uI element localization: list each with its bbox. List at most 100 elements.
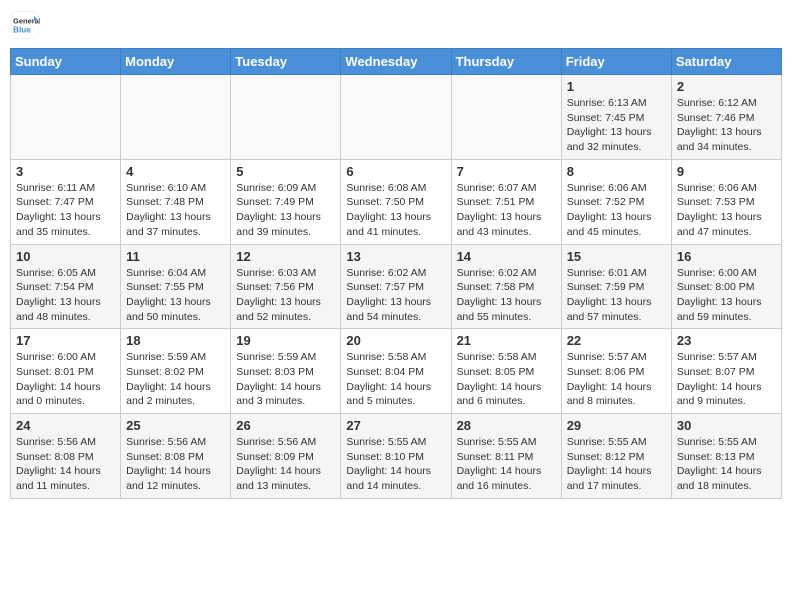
day-number: 4 xyxy=(126,164,225,179)
calendar-cell: 3 Sunrise: 6:11 AM Sunset: 7:47 PM Daylig… xyxy=(11,159,121,244)
day-number: 22 xyxy=(567,333,666,348)
day-number: 7 xyxy=(457,164,556,179)
calendar-cell: 11 Sunrise: 6:04 AM Sunset: 7:55 PM Dayli… xyxy=(121,244,231,329)
day-number: 29 xyxy=(567,418,666,433)
day-info: Sunrise: 5:56 AM Sunset: 8:08 PM Dayligh… xyxy=(126,435,225,494)
calendar-cell: 9 Sunrise: 6:06 AM Sunset: 7:53 PM Daylig… xyxy=(671,159,781,244)
day-info: Sunrise: 6:09 AM Sunset: 7:49 PM Dayligh… xyxy=(236,181,335,240)
calendar-week-5: 24 Sunrise: 5:56 AM Sunset: 8:08 PM Dayli… xyxy=(11,414,782,499)
page-header: General Blue xyxy=(10,10,782,40)
day-number: 16 xyxy=(677,249,776,264)
day-number: 24 xyxy=(16,418,115,433)
calendar-cell: 10 Sunrise: 6:05 AM Sunset: 7:54 PM Dayli… xyxy=(11,244,121,329)
day-number: 2 xyxy=(677,79,776,94)
svg-text:General: General xyxy=(13,17,40,26)
day-info: Sunrise: 5:56 AM Sunset: 8:09 PM Dayligh… xyxy=(236,435,335,494)
logo: General Blue xyxy=(10,10,40,40)
calendar-cell: 19Sunrise: 5:59 AM Sunset: 8:03 PM Dayli… xyxy=(231,329,341,414)
calendar-table: SundayMondayTuesdayWednesdayThursdayFrid… xyxy=(10,48,782,499)
day-info: Sunrise: 6:07 AM Sunset: 7:51 PM Dayligh… xyxy=(457,181,556,240)
calendar-cell: 23 Sunrise: 5:57 AM Sunset: 8:07 PM Dayli… xyxy=(671,329,781,414)
calendar-cell: 20 Sunrise: 5:58 AM Sunset: 8:04 PM Dayli… xyxy=(341,329,451,414)
weekday-monday: Monday xyxy=(121,49,231,75)
calendar-cell: 6Sunrise: 6:08 AM Sunset: 7:50 PM Daylig… xyxy=(341,159,451,244)
day-number: 10 xyxy=(16,249,115,264)
day-info: Sunrise: 5:55 AM Sunset: 8:10 PM Dayligh… xyxy=(346,435,445,494)
day-number: 12 xyxy=(236,249,335,264)
day-number: 25 xyxy=(126,418,225,433)
calendar-cell: 25 Sunrise: 5:56 AM Sunset: 8:08 PM Dayli… xyxy=(121,414,231,499)
weekday-tuesday: Tuesday xyxy=(231,49,341,75)
day-info: Sunrise: 6:06 AM Sunset: 7:53 PM Dayligh… xyxy=(677,181,776,240)
calendar-week-3: 10 Sunrise: 6:05 AM Sunset: 7:54 PM Dayli… xyxy=(11,244,782,329)
calendar-cell xyxy=(11,75,121,160)
calendar-cell: 26 Sunrise: 5:56 AM Sunset: 8:09 PM Dayli… xyxy=(231,414,341,499)
day-number: 17 xyxy=(16,333,115,348)
calendar-week-1: 1 Sunrise: 6:13 AM Sunset: 7:45 PM Daylig… xyxy=(11,75,782,160)
day-number: 27 xyxy=(346,418,445,433)
day-info: Sunrise: 6:02 AM Sunset: 7:57 PM Dayligh… xyxy=(346,266,445,325)
day-info: Sunrise: 6:12 AM Sunset: 7:46 PM Dayligh… xyxy=(677,96,776,155)
weekday-header-row: SundayMondayTuesdayWednesdayThursdayFrid… xyxy=(11,49,782,75)
day-info: Sunrise: 5:55 AM Sunset: 8:12 PM Dayligh… xyxy=(567,435,666,494)
day-info: Sunrise: 6:04 AM Sunset: 7:55 PM Dayligh… xyxy=(126,266,225,325)
calendar-cell: 12 Sunrise: 6:03 AM Sunset: 7:56 PM Dayli… xyxy=(231,244,341,329)
weekday-thursday: Thursday xyxy=(451,49,561,75)
weekday-wednesday: Wednesday xyxy=(341,49,451,75)
day-number: 26 xyxy=(236,418,335,433)
calendar-cell: 18 Sunrise: 5:59 AM Sunset: 8:02 PM Dayli… xyxy=(121,329,231,414)
day-number: 11 xyxy=(126,249,225,264)
calendar-cell: 1 Sunrise: 6:13 AM Sunset: 7:45 PM Daylig… xyxy=(561,75,671,160)
calendar-cell: 29 Sunrise: 5:55 AM Sunset: 8:12 PM Dayli… xyxy=(561,414,671,499)
day-info: Sunrise: 6:03 AM Sunset: 7:56 PM Dayligh… xyxy=(236,266,335,325)
day-info: Sunrise: 6:13 AM Sunset: 7:45 PM Dayligh… xyxy=(567,96,666,155)
day-info: Sunrise: 5:58 AM Sunset: 8:05 PM Dayligh… xyxy=(457,350,556,409)
day-info: Sunrise: 6:06 AM Sunset: 7:52 PM Dayligh… xyxy=(567,181,666,240)
calendar-cell: 7 Sunrise: 6:07 AM Sunset: 7:51 PM Daylig… xyxy=(451,159,561,244)
calendar-cell: 21Sunrise: 5:58 AM Sunset: 8:05 PM Dayli… xyxy=(451,329,561,414)
calendar-cell: 15Sunrise: 6:01 AM Sunset: 7:59 PM Dayli… xyxy=(561,244,671,329)
calendar-cell: 16Sunrise: 6:00 AM Sunset: 8:00 PM Dayli… xyxy=(671,244,781,329)
weekday-saturday: Saturday xyxy=(671,49,781,75)
day-info: Sunrise: 6:10 AM Sunset: 7:48 PM Dayligh… xyxy=(126,181,225,240)
day-info: Sunrise: 6:05 AM Sunset: 7:54 PM Dayligh… xyxy=(16,266,115,325)
day-number: 28 xyxy=(457,418,556,433)
day-info: Sunrise: 6:02 AM Sunset: 7:58 PM Dayligh… xyxy=(457,266,556,325)
day-info: Sunrise: 5:58 AM Sunset: 8:04 PM Dayligh… xyxy=(346,350,445,409)
weekday-sunday: Sunday xyxy=(11,49,121,75)
day-number: 19 xyxy=(236,333,335,348)
day-number: 13 xyxy=(346,249,445,264)
calendar-cell: 8Sunrise: 6:06 AM Sunset: 7:52 PM Daylig… xyxy=(561,159,671,244)
calendar-cell: 22 Sunrise: 5:57 AM Sunset: 8:06 PM Dayli… xyxy=(561,329,671,414)
calendar-cell xyxy=(121,75,231,160)
day-number: 20 xyxy=(346,333,445,348)
day-number: 3 xyxy=(16,164,115,179)
calendar-cell: 14 Sunrise: 6:02 AM Sunset: 7:58 PM Dayli… xyxy=(451,244,561,329)
day-info: Sunrise: 5:55 AM Sunset: 8:13 PM Dayligh… xyxy=(677,435,776,494)
calendar-cell: 30Sunrise: 5:55 AM Sunset: 8:13 PM Dayli… xyxy=(671,414,781,499)
weekday-friday: Friday xyxy=(561,49,671,75)
day-info: Sunrise: 5:55 AM Sunset: 8:11 PM Dayligh… xyxy=(457,435,556,494)
day-info: Sunrise: 5:57 AM Sunset: 8:06 PM Dayligh… xyxy=(567,350,666,409)
day-number: 1 xyxy=(567,79,666,94)
calendar-cell: 24 Sunrise: 5:56 AM Sunset: 8:08 PM Dayli… xyxy=(11,414,121,499)
day-number: 14 xyxy=(457,249,556,264)
logo-icon: General Blue xyxy=(10,10,40,40)
day-info: Sunrise: 5:56 AM Sunset: 8:08 PM Dayligh… xyxy=(16,435,115,494)
calendar-cell xyxy=(451,75,561,160)
calendar-cell: 27 Sunrise: 5:55 AM Sunset: 8:10 PM Dayli… xyxy=(341,414,451,499)
svg-text:Blue: Blue xyxy=(13,26,31,35)
day-info: Sunrise: 6:00 AM Sunset: 8:01 PM Dayligh… xyxy=(16,350,115,409)
day-number: 23 xyxy=(677,333,776,348)
calendar-cell: 2 Sunrise: 6:12 AM Sunset: 7:46 PM Daylig… xyxy=(671,75,781,160)
calendar-cell xyxy=(341,75,451,160)
calendar-cell: 28 Sunrise: 5:55 AM Sunset: 8:11 PM Dayli… xyxy=(451,414,561,499)
calendar-cell: 4 Sunrise: 6:10 AM Sunset: 7:48 PM Daylig… xyxy=(121,159,231,244)
day-info: Sunrise: 5:59 AM Sunset: 8:02 PM Dayligh… xyxy=(126,350,225,409)
day-number: 18 xyxy=(126,333,225,348)
day-info: Sunrise: 6:11 AM Sunset: 7:47 PM Dayligh… xyxy=(16,181,115,240)
day-info: Sunrise: 6:08 AM Sunset: 7:50 PM Dayligh… xyxy=(346,181,445,240)
calendar-cell: 17 Sunrise: 6:00 AM Sunset: 8:01 PM Dayli… xyxy=(11,329,121,414)
day-info: Sunrise: 5:57 AM Sunset: 8:07 PM Dayligh… xyxy=(677,350,776,409)
day-number: 9 xyxy=(677,164,776,179)
